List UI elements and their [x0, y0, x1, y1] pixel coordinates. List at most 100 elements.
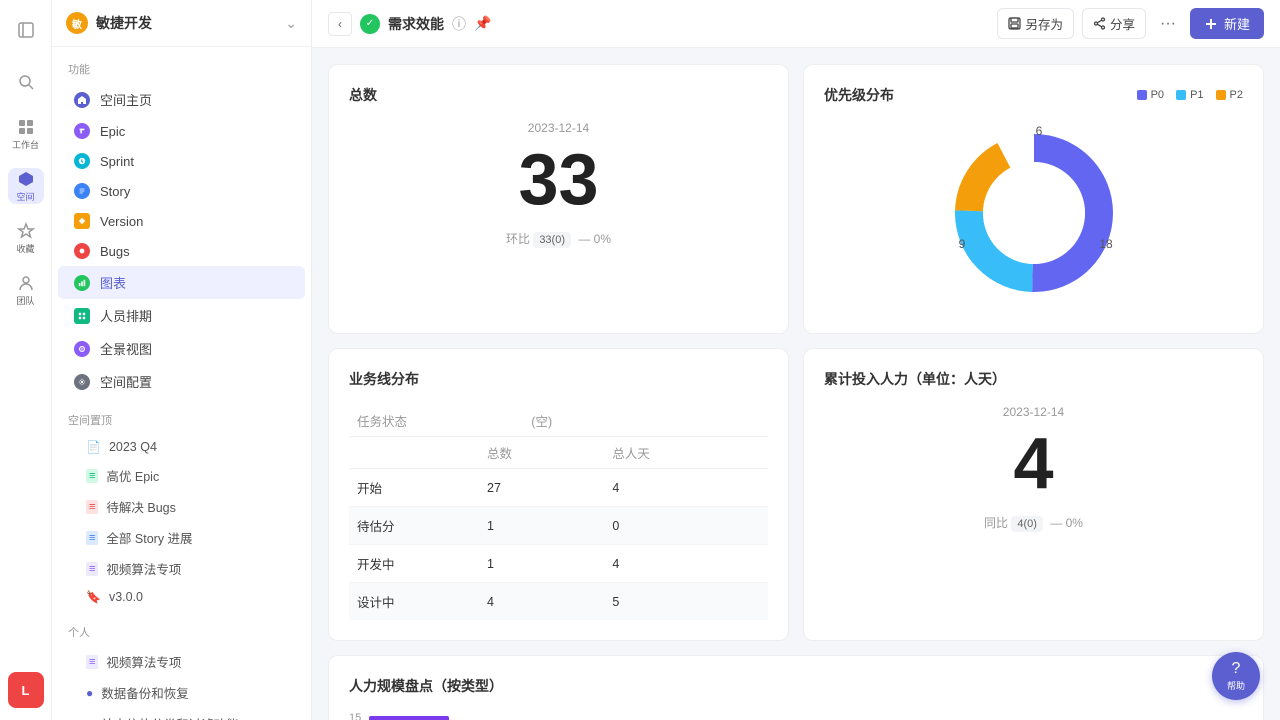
story-dot: [74, 183, 90, 199]
sub-item-high-epic[interactable]: ≡ 高优 Epic: [58, 460, 305, 491]
legend-p0: P0: [1137, 89, 1164, 101]
new-button[interactable]: 新建: [1190, 8, 1264, 39]
total-card: 总数 2023-12-14 33 环比 33(0) — 0%: [328, 64, 789, 334]
sub-item-video-label: 视频算法专项: [106, 559, 181, 578]
search-icon[interactable]: [8, 64, 44, 100]
sidebar-item-sprint[interactable]: Sprint: [58, 146, 305, 176]
table-row: 待估分 1 0: [349, 507, 768, 545]
donut-chart: 6 9 18: [934, 113, 1134, 313]
topbar-right: 另存为 分享 ··· 新建: [997, 8, 1264, 39]
sub-item-backup[interactable]: ● 数据备份和恢复: [58, 677, 305, 708]
col-empty-tag: (空): [531, 415, 552, 429]
bar-chart: 15: [349, 712, 1243, 720]
dashboard: 总数 2023-12-14 33 环比 33(0) — 0% 优先级分布 P0: [312, 48, 1280, 720]
p0-dot: [1137, 90, 1147, 100]
sidebar-story-label: Story: [100, 184, 130, 199]
nav-back-button[interactable]: ‹: [328, 12, 352, 36]
sidebar-item-home[interactable]: 空间主页: [58, 83, 305, 116]
sidebar-home-label: 空间主页: [100, 90, 152, 109]
table-row: 开始 27 4: [349, 469, 768, 507]
info-icon[interactable]: ⓘ: [452, 14, 466, 34]
sub-item-2023q4[interactable]: 📄 2023 Q4: [58, 434, 305, 460]
workspace-label: 工作台: [12, 138, 39, 151]
row-status-4: 设计中: [349, 583, 479, 621]
sidebar-version-label: Version: [100, 214, 143, 229]
chart-label-18: 18: [1099, 237, 1113, 251]
sub-item-story-progress[interactable]: ≡ 全部 Story 进展: [58, 522, 305, 553]
team-label: 团队: [16, 294, 34, 307]
workspace-icon[interactable]: 工作台: [8, 116, 44, 152]
main-content: ‹ ✓ 需求效能 ⓘ 📌 另存为 分享 ··· 新建 总数: [312, 0, 1280, 720]
p0-label: P0: [1151, 89, 1164, 101]
space-icon[interactable]: 空间: [8, 168, 44, 204]
sub-item-video[interactable]: ≡ 视频算法专项: [58, 553, 305, 584]
p1-dot: [1176, 90, 1186, 100]
sidebar-item-panorama[interactable]: 全景视图: [58, 332, 305, 365]
compare-pct: — 0%: [578, 232, 611, 246]
save-as-label: 另存为: [1025, 14, 1063, 33]
sidebar-item-schedule[interactable]: 人员排期: [58, 299, 305, 332]
bars-container: [369, 716, 1243, 720]
config-dot: [74, 374, 90, 390]
p2-dot: [1216, 90, 1226, 100]
sub-item-v300[interactable]: 🔖 v3.0.0: [58, 584, 305, 610]
manpower-compare-label: 同比: [984, 516, 1008, 530]
home-dot: [74, 92, 90, 108]
topbar: ‹ ✓ 需求效能 ⓘ 📌 另存为 分享 ··· 新建: [312, 0, 1280, 48]
biz-card-title: 业务线分布: [349, 369, 768, 389]
sub-item-v300-label: v3.0.0: [109, 590, 143, 604]
compare-value: 33(0): [533, 232, 571, 248]
sidebar-config-label: 空间配置: [100, 372, 152, 391]
total-number: 33: [349, 141, 768, 220]
share-button[interactable]: 分享: [1082, 8, 1146, 39]
function-section-title: 功能: [52, 47, 311, 83]
manpower-card: 累计投入人力（单位：人天） 2023-12-14 4 同比 4(0) — 0%: [803, 348, 1264, 641]
col-total: 总数: [479, 437, 604, 469]
sidebar-item-chart[interactable]: 图表: [58, 266, 305, 299]
sub-item-personal-video[interactable]: ≡ 视频算法专项: [58, 646, 305, 677]
pin-icon[interactable]: 📌: [474, 15, 491, 32]
legend-p2: P2: [1216, 89, 1243, 101]
chart-label-6: 6: [1035, 124, 1042, 138]
sidebar-item-config[interactable]: 空间配置: [58, 365, 305, 398]
sprint-dot: [74, 153, 90, 169]
col-days: 总人天: [604, 437, 768, 469]
manpower-compare-value: 4(0): [1011, 516, 1043, 532]
save-icon: [1008, 17, 1021, 30]
sub-item-high-epic-label: 高优 Epic: [106, 466, 159, 485]
team-icon[interactable]: 团队: [8, 272, 44, 308]
biz-card: 业务线分布 任务状态 (空) 总数 总人天: [328, 348, 789, 641]
personal-video-icon: ≡: [86, 655, 98, 669]
sub-item-bugs[interactable]: ≡ 待解决 Bugs: [58, 491, 305, 522]
total-compare: 环比 33(0) — 0%: [349, 230, 768, 247]
help-button[interactable]: ? 帮助: [1212, 652, 1260, 700]
row-days-2: 0: [604, 507, 768, 545]
sidebar-item-epic[interactable]: Epic: [58, 116, 305, 146]
sidebar-item-bugs[interactable]: Bugs: [58, 236, 305, 266]
row-status-1: 开始: [349, 469, 479, 507]
epic-dot: [74, 123, 90, 139]
collection-icon[interactable]: 收藏: [8, 220, 44, 256]
collection-label: 收藏: [16, 242, 34, 255]
sidebar-toggle-icon[interactable]: [8, 12, 44, 48]
version-icon: [74, 213, 90, 229]
chart-label-9: 9: [958, 237, 965, 251]
sidebar-item-version[interactable]: Version: [58, 206, 305, 236]
row-days-3: 4: [604, 545, 768, 583]
total-card-title: 总数: [349, 85, 768, 105]
backup-dot-icon: ●: [86, 686, 93, 700]
help-label: 帮助: [1227, 679, 1245, 692]
sidebar-schedule-label: 人员排期: [100, 306, 152, 325]
more-button[interactable]: ···: [1154, 10, 1182, 38]
sub-item-backup-label: 数据备份和恢复: [101, 683, 189, 702]
bar-chart-card: 人力规模盘点（按类型） 15 13: [328, 655, 1264, 720]
manpower-number: 4: [824, 425, 1243, 504]
topbar-left: ‹ ✓ 需求效能 ⓘ 📌: [328, 12, 987, 36]
col-empty-sub1: [604, 405, 768, 437]
sub-item-filter[interactable]: ● 站内信的分类和过滤功能: [58, 708, 305, 720]
user-avatar[interactable]: L: [8, 672, 44, 708]
sidebar-item-story[interactable]: Story: [58, 176, 305, 206]
sidebar-header: 敏 敏捷开发 ⌄: [52, 0, 311, 47]
save-as-button[interactable]: 另存为: [997, 8, 1074, 39]
sidebar-expand-icon[interactable]: ⌄: [285, 15, 297, 32]
